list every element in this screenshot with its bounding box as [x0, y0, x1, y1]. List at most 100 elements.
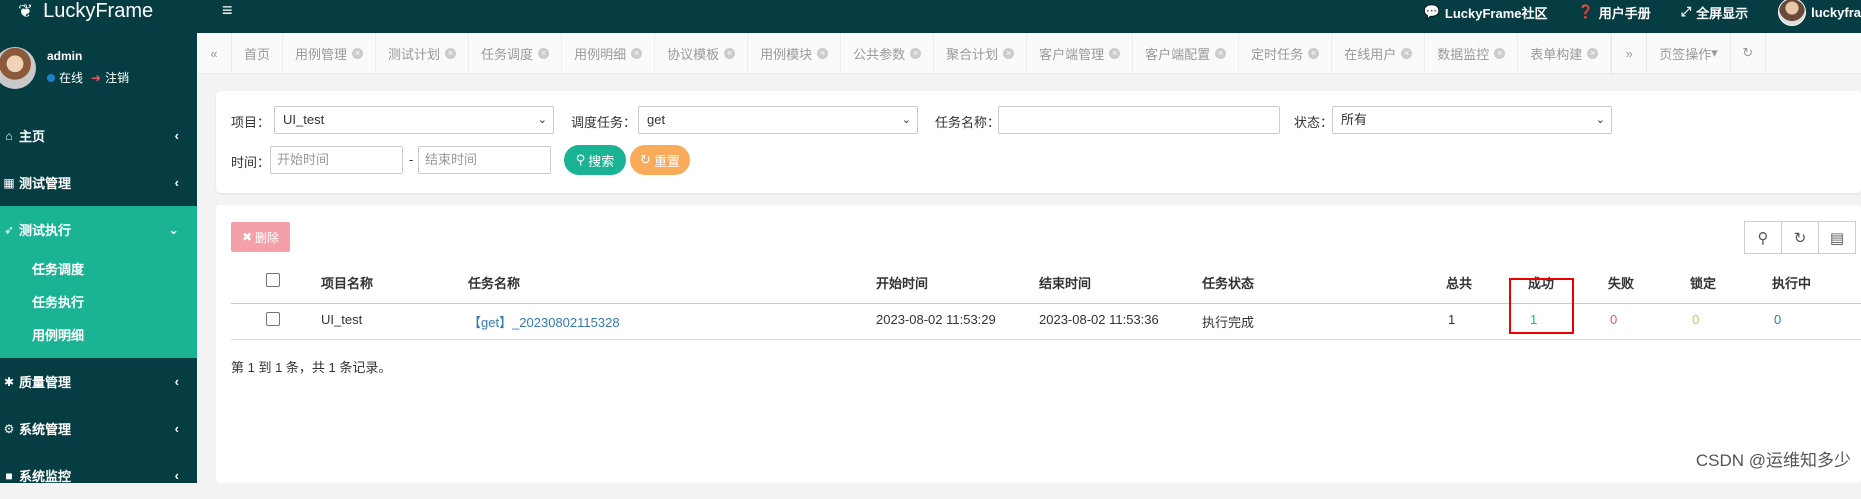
columns-button[interactable]: ▤	[1818, 221, 1856, 254]
close-icon[interactable]: ×	[352, 47, 364, 59]
cell-status: 执行完成	[1202, 315, 1255, 330]
delete-button[interactable]: ✖ 删除	[231, 222, 290, 252]
close-icon[interactable]: ×	[1003, 47, 1015, 59]
manual-link[interactable]: ❓ 用户手册	[1578, 3, 1651, 22]
close-icon[interactable]: ×	[538, 47, 550, 59]
online-dot-icon	[47, 74, 55, 82]
row-checkbox[interactable]	[266, 312, 280, 326]
col-header-fail[interactable]: 失败	[1608, 273, 1634, 292]
menu-toggle-icon[interactable]: ≡	[222, 0, 233, 20]
tab-bar: « 首页 用例管理 × 测试计划 × 任务调度 × 用例明细 × 协议模板 × 用例模块 ×…	[197, 33, 1861, 74]
sidebar-submenu: 任务调度 任务执行 用例明细	[0, 253, 197, 358]
tab-scroll-left-button[interactable]: «	[197, 33, 232, 73]
status-label: 状态：	[1294, 115, 1334, 130]
task-select[interactable]: get ⌄	[638, 106, 918, 134]
col-header-total[interactable]: 总共	[1446, 273, 1472, 292]
tab-task-schedule[interactable]: 任务调度 ×	[469, 33, 563, 73]
community-link[interactable]: 💬 LuckyFrame社区	[1424, 3, 1548, 22]
tab-case-management[interactable]: 用例管理 ×	[283, 33, 377, 73]
col-header-task-name[interactable]: 任务名称	[468, 273, 520, 292]
sidebar-subitem-case-detail[interactable]: 用例明细	[0, 319, 197, 352]
search-button[interactable]: ⚲ 搜索	[564, 145, 626, 175]
bug-icon: ✱	[3, 374, 15, 389]
refresh-button[interactable]: ↻	[1781, 221, 1819, 254]
reset-button[interactable]: ↻ 重置	[630, 145, 690, 175]
sidebar-item-test-execution[interactable]: ➶ 测试执行 ⌄	[0, 206, 197, 253]
refresh-tab-button[interactable]: ↻	[1731, 33, 1766, 73]
close-icon[interactable]: ×	[1215, 47, 1227, 59]
tab-online-users[interactable]: 在线用户 ×	[1332, 33, 1426, 73]
app-logo[interactable]: ❦ LuckyFrame	[18, 0, 153, 22]
sidebar-subitem-task-execution[interactable]: 任务执行	[0, 286, 197, 319]
close-icon[interactable]: ×	[817, 47, 829, 59]
sidebar-item-home[interactable]: ⌂ 主页 ‹	[0, 112, 197, 159]
col-header-status[interactable]: 任务状态	[1202, 273, 1254, 292]
close-icon[interactable]: ×	[1109, 47, 1121, 59]
grid-icon: ▦	[3, 175, 15, 190]
sidebar-item-quality-management[interactable]: ✱ 质量管理 ‹	[0, 358, 197, 405]
tab-client-config[interactable]: 客户端配置 ×	[1133, 33, 1240, 73]
refresh-icon: ↻	[640, 152, 651, 167]
col-header-start-time[interactable]: 开始时间	[876, 273, 928, 292]
header-divider	[231, 303, 1861, 304]
tab-case-detail[interactable]: 用例明细 ×	[562, 33, 656, 73]
end-time-input[interactable]: 结束时间	[418, 146, 551, 174]
backward-icon: «	[210, 45, 218, 61]
close-icon[interactable]: ×	[724, 47, 736, 59]
sidebar-menu: ⌂ 主页 ‹ ▦ 测试管理 ‹ ➶ 测试执行 ⌄ 任务调度 任务执行 用例明细 ✱ 质量管理 ‹…	[0, 112, 197, 499]
cell-start-time: 2023-08-02 11:53:29	[876, 312, 996, 327]
search-toggle-button[interactable]: ⚲	[1744, 221, 1782, 254]
close-icon[interactable]: ×	[1401, 47, 1413, 59]
status-select[interactable]: 所有 ⌄	[1332, 106, 1612, 134]
task-name-input[interactable]	[998, 106, 1280, 134]
tab-protocol-template[interactable]: 协议模板 ×	[655, 33, 749, 73]
project-label: 项目：	[231, 115, 271, 130]
close-icon[interactable]: ×	[1587, 47, 1599, 59]
fullscreen-link[interactable]: ⤢ 全屏显示	[1681, 3, 1748, 22]
page-operations-dropdown[interactable]: 页签操作 ▾	[1647, 33, 1731, 73]
tab-public-params[interactable]: 公共参数 ×	[841, 33, 935, 73]
select-all-checkbox[interactable]	[266, 273, 280, 287]
close-icon[interactable]: ×	[1494, 47, 1506, 59]
avatar	[1778, 0, 1807, 26]
tab-scheduled-task[interactable]: 定时任务 ×	[1239, 33, 1333, 73]
time-separator: -	[409, 152, 414, 167]
sign-out-icon: ➜	[91, 71, 102, 85]
tab-test-plan[interactable]: 测试计划 ×	[376, 33, 470, 73]
sidebar: admin 在线 ➜ 注销 ⌂ 主页 ‹ ▦ 测试管理 ‹ ➶ 测试执行 ⌄ 任务调度 任务执…	[0, 33, 197, 484]
video-icon: ■	[5, 468, 13, 483]
cell-fail: 0	[1610, 312, 1618, 327]
sidebar-item-test-management[interactable]: ▦ 测试管理 ‹	[0, 159, 197, 206]
close-icon[interactable]: ×	[1308, 47, 1320, 59]
tab-aggregate-plan[interactable]: 聚合计划 ×	[934, 33, 1028, 73]
tab-client-management[interactable]: 客户端管理 ×	[1027, 33, 1134, 73]
project-select[interactable]: UI_test ⌄	[274, 106, 554, 134]
col-header-project[interactable]: 项目名称	[321, 273, 373, 292]
logout-link[interactable]: ➜ 注销	[91, 69, 129, 86]
tab-home[interactable]: 首页	[232, 33, 284, 73]
tab-case-module[interactable]: 用例模块 ×	[748, 33, 842, 73]
expand-icon: ⤢	[1680, 4, 1692, 19]
sidebar-item-system-management[interactable]: ⚙ 系统管理 ‹	[0, 405, 197, 452]
cell-task-name-link[interactable]: 【get】_20230802115328	[468, 312, 620, 331]
tab-form-builder[interactable]: 表单构建 ×	[1518, 33, 1612, 73]
col-header-locked[interactable]: 锁定	[1690, 273, 1716, 292]
cell-total: 1	[1448, 312, 1456, 327]
watermark: CSDN @运维知多少	[1695, 451, 1851, 470]
col-header-running[interactable]: 执行中	[1772, 273, 1811, 292]
chevron-down-icon: ⌄	[1595, 114, 1605, 126]
tab-data-monitor[interactable]: 数据监控 ×	[1425, 33, 1519, 73]
user-menu[interactable]: luckyfra	[1778, 0, 1861, 26]
close-icon[interactable]: ×	[910, 47, 922, 59]
chevron-left-icon: ‹	[174, 175, 179, 190]
sidebar-subitem-task-schedule[interactable]: 任务调度	[0, 253, 197, 286]
tab-scroll-right-button[interactable]: »	[1611, 33, 1648, 73]
col-header-end-time[interactable]: 结束时间	[1039, 273, 1091, 292]
sidebar-item-system-monitor[interactable]: ■ 系统监控 ‹	[0, 452, 197, 499]
close-icon[interactable]: ×	[631, 47, 643, 59]
close-icon[interactable]: ×	[445, 47, 457, 59]
task-label: 调度任务：	[571, 115, 637, 130]
avatar[interactable]	[0, 47, 36, 89]
refresh-icon: ↻	[1793, 229, 1807, 247]
start-time-input[interactable]: 开始时间	[270, 146, 403, 174]
